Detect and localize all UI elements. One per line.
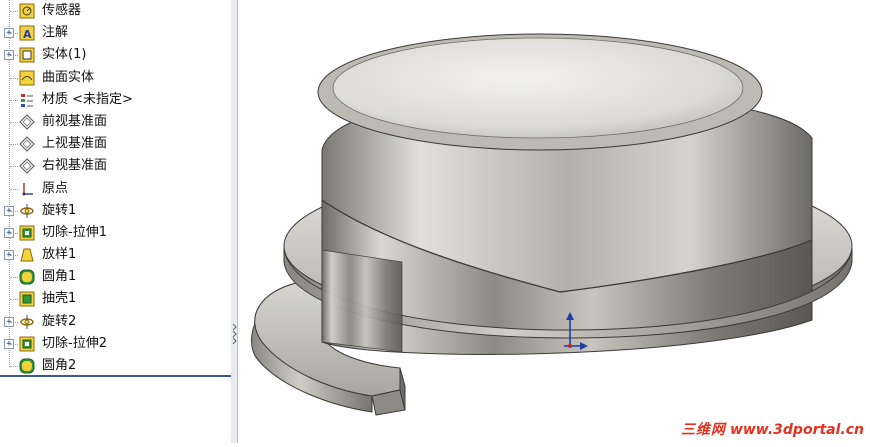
annotation-icon: A [19, 25, 35, 41]
cut-extrude-icon [19, 225, 35, 241]
tree-connector [10, 299, 18, 301]
tree-connector [10, 343, 18, 345]
tree-item-label: 材质 <未指定> [42, 91, 133, 107]
tree-item[interactable]: + A 注解 [0, 22, 231, 44]
graphics-viewport[interactable]: 三维网 www.3dportal.cn [238, 0, 870, 443]
tree-item[interactable]: + 放样1 [0, 244, 231, 266]
surface-bodies-icon [19, 70, 35, 86]
tree-item-label: 实体(1) [42, 47, 87, 63]
tree-item[interactable]: + 切除-拉伸2 [0, 333, 231, 355]
tree-item[interactable]: 抽壳1 [0, 288, 231, 310]
tree-item-label: 圆角1 [42, 269, 77, 285]
watermark-url: www.3dportal.cn [729, 422, 864, 438]
tree-item[interactable]: + 旋转1 [0, 200, 231, 222]
tree-connector [10, 232, 18, 234]
feature-manager-tree: 传感器 + A 注解 + 实体(1) 曲面实体 材质 <未指定> 前视基准面 上视基准面 右视基准面… [0, 0, 232, 443]
tree-item-label: 切除-拉伸1 [42, 224, 107, 240]
tree-connector [10, 55, 18, 57]
tree-item-label: 切除-拉伸2 [42, 335, 107, 351]
plane-icon [19, 158, 35, 175]
tree-item-label: 上视基准面 [42, 136, 108, 152]
plane-icon [19, 136, 35, 152]
tree-connector [10, 33, 18, 35]
tree-item[interactable]: 前视基准面 [0, 111, 231, 133]
tree-connector [10, 99, 18, 101]
tree-connector [10, 166, 18, 168]
tree-connector [10, 11, 18, 12]
tree-item[interactable]: + 实体(1) [0, 44, 231, 66]
tree-connector [10, 121, 18, 123]
sensor-icon [19, 3, 35, 19]
tree-item[interactable]: 原点 [0, 178, 231, 200]
tree-item-label: 抽壳1 [42, 291, 77, 307]
svg-text:A: A [23, 28, 32, 41]
tree-item-label: 传感器 [42, 3, 82, 18]
tree-connector [10, 321, 18, 323]
watermark: 三维网 www.3dportal.cn [681, 419, 864, 439]
tree-connector [10, 188, 18, 190]
tree-item[interactable]: 上视基准面 [0, 133, 231, 155]
fillet-icon [19, 358, 35, 374]
tree-item-label: 旋转2 [42, 313, 77, 329]
revolve-icon [20, 203, 34, 218]
tree-connector [10, 366, 18, 367]
shell-icon [19, 291, 35, 307]
tree-item[interactable]: 材质 <未指定> [0, 89, 231, 111]
cut-extrude-icon [19, 336, 35, 352]
tree-item-label: 注解 [42, 25, 69, 41]
tree-item[interactable]: 圆角1 [0, 266, 231, 288]
tree-item-label: 圆角2 [42, 358, 77, 373]
tree-connector [10, 144, 18, 146]
tree-item[interactable]: + 旋转2 [0, 311, 231, 333]
tree-connector [10, 210, 18, 212]
loft-icon [20, 248, 34, 262]
tree-item-label: 曲面实体 [42, 69, 95, 85]
tree-item[interactable]: 传感器 [0, 0, 231, 22]
tree-item-label: 前视基准面 [42, 113, 108, 129]
material-icon [21, 93, 33, 107]
tree-item[interactable]: 右视基准面 [0, 155, 231, 177]
tree-item[interactable]: 曲面实体 [0, 67, 231, 89]
tree-item[interactable]: + 切除-拉伸1 [0, 222, 231, 244]
fillet-icon [19, 269, 35, 285]
tree-item-label: 原点 [42, 180, 69, 196]
watermark-brand: 三维网 [680, 422, 726, 438]
tree-item[interactable]: 圆角2 [0, 355, 231, 377]
tree-item-label: 旋转1 [42, 202, 77, 218]
tree-connector [10, 77, 18, 79]
origin-icon [22, 182, 33, 195]
feature-tree-list: 传感器 + A 注解 + 实体(1) 曲面实体 材质 <未指定> 前视基准面 上视基准面 右视基准面… [0, 0, 231, 377]
tree-divider [0, 375, 231, 377]
part-model [251, 33, 853, 416]
tree-item-label: 右视基准面 [42, 158, 108, 174]
panel-splitter[interactable] [231, 0, 238, 443]
tree-connector [10, 277, 18, 279]
splitter-grip-icon[interactable] [232, 320, 237, 346]
tree-item-label: 放样1 [42, 247, 77, 263]
plane-icon [19, 114, 35, 130]
revolve-icon [20, 314, 34, 329]
tree-connector [10, 255, 18, 257]
solid-bodies-icon [19, 47, 35, 63]
